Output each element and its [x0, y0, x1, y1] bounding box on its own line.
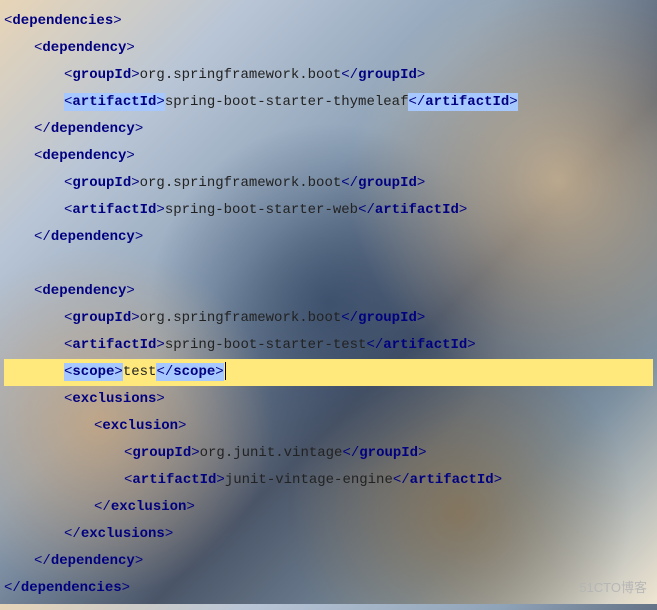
value-artifactid: junit-vintage-engine	[225, 472, 393, 488]
tag-groupid: groupId	[72, 175, 131, 191]
code-line: <artifactId>spring-boot-starter-web</art…	[4, 197, 653, 224]
code-line: <groupId>org.springframework.boot</group…	[4, 305, 653, 332]
tag-artifactid-close: artifactId	[410, 472, 494, 488]
text-cursor	[225, 362, 226, 380]
tag-groupid: groupId	[72, 67, 131, 83]
code-line: </dependencies>	[4, 575, 653, 602]
tag-groupid-close: groupId	[358, 310, 417, 326]
value-scope: test	[123, 364, 157, 380]
tag-artifactid-close: artifactId	[425, 94, 509, 110]
tag-dependencies: dependencies	[12, 13, 113, 29]
tag-groupid-close: groupId	[358, 67, 417, 83]
code-line: <groupId>org.junit.vintage</groupId>	[4, 440, 653, 467]
xml-code-block: <dependencies> <dependency> <groupId>org…	[0, 0, 657, 610]
code-line: <artifactId>junit-vintage-engine</artifa…	[4, 467, 653, 494]
code-line: <dependency>	[4, 278, 653, 305]
tag-artifactid-close: artifactId	[375, 202, 459, 218]
code-line: <dependency>	[4, 35, 653, 62]
tag-exclusion-close: exclusion	[111, 499, 187, 515]
code-line: </dependency>	[4, 224, 653, 251]
tag-artifactid: artifactId	[132, 472, 216, 488]
tag-groupid-close: groupId	[359, 445, 418, 461]
tag-exclusions: exclusions	[72, 391, 156, 407]
value-artifactid: spring-boot-starter-web	[165, 202, 358, 218]
tag-dependency: dependency	[42, 148, 126, 164]
code-line: </dependency>	[4, 116, 653, 143]
tag-dependency-close: dependency	[51, 229, 135, 245]
tag-groupid-close: groupId	[358, 175, 417, 191]
tag-dependencies-close: dependencies	[21, 580, 122, 596]
code-line: <exclusions>	[4, 386, 653, 413]
code-line: <artifactId>spring-boot-starter-test</ar…	[4, 332, 653, 359]
tag-artifactid: artifactId	[72, 94, 156, 110]
code-line: <dependency>	[4, 143, 653, 170]
code-line: <groupId>org.springframework.boot</group…	[4, 170, 653, 197]
tag-dependency-close: dependency	[51, 553, 135, 569]
value-groupid: org.springframework.boot	[140, 310, 342, 326]
code-line-highlighted: <artifactId>spring-boot-starter-thymelea…	[4, 89, 653, 116]
tag-exclusion: exclusion	[102, 418, 178, 434]
code-line: </exclusion>	[4, 494, 653, 521]
code-line: </dependency>	[4, 548, 653, 575]
tag-dependency: dependency	[42, 40, 126, 56]
tag-scope-close: scope	[173, 364, 215, 380]
tag-artifactid: artifactId	[72, 202, 156, 218]
code-line-current: <scope>test</scope>	[4, 359, 653, 386]
watermark: 51CTO博客	[579, 577, 647, 596]
tag-dependency: dependency	[42, 283, 126, 299]
code-line: <dependencies>	[4, 8, 653, 35]
tag-groupid: groupId	[72, 310, 131, 326]
tag-artifactid: artifactId	[72, 337, 156, 353]
code-line: </exclusions>	[4, 521, 653, 548]
code-line: <groupId>org.springframework.boot</group…	[4, 62, 653, 89]
value-artifactid: spring-boot-starter-thymeleaf	[165, 94, 409, 110]
tag-artifactid-close: artifactId	[383, 337, 467, 353]
tag-dependency-close: dependency	[51, 121, 135, 137]
value-groupid: org.springframework.boot	[140, 175, 342, 191]
value-groupid: org.junit.vintage	[200, 445, 343, 461]
tag-groupid: groupId	[132, 445, 191, 461]
tag-exclusions-close: exclusions	[81, 526, 165, 542]
code-line: <exclusion>	[4, 413, 653, 440]
value-groupid: org.springframework.boot	[140, 67, 342, 83]
value-artifactid: spring-boot-starter-test	[165, 337, 367, 353]
blank-line	[4, 251, 653, 278]
tag-scope: scope	[72, 364, 114, 380]
